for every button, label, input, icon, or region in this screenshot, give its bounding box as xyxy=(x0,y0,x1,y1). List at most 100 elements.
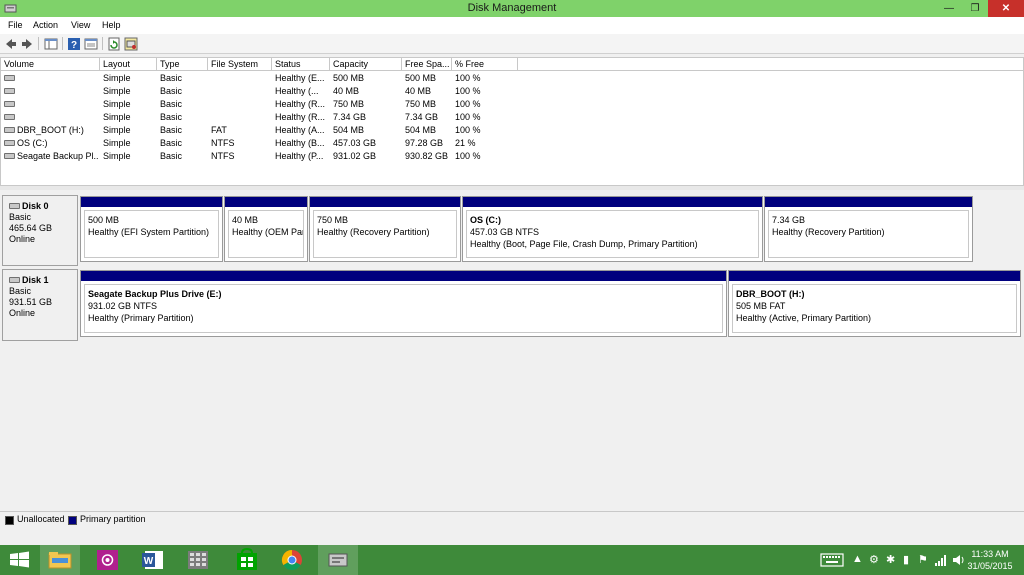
table-row[interactable]: Simple Basic Healthy (... 40 MB 40 MB 10… xyxy=(1,85,521,98)
properties-icon[interactable] xyxy=(84,37,98,51)
file-system-cell: FAT xyxy=(211,125,227,135)
percent-free-cell: 100 % xyxy=(455,151,481,161)
free-space-cell: 97.28 GB xyxy=(405,138,444,148)
touch-keyboard-icon[interactable] xyxy=(820,552,844,568)
show-hidden-icons-icon[interactable]: ▲ xyxy=(852,553,863,565)
network-adapter-icon[interactable]: ⚙ xyxy=(869,553,879,566)
partition-dbr-boot-h[interactable]: DBR_BOOT (H:) 505 MB FAT Healthy (Active… xyxy=(728,270,1021,337)
show-hide-console-tree-icon[interactable] xyxy=(44,37,58,51)
refresh-icon[interactable] xyxy=(107,37,121,51)
disk-0-label[interactable]: Disk 0 Basic 465.64 GB Online xyxy=(2,195,78,266)
column-header-status[interactable]: Status xyxy=(272,58,330,71)
disk-type: Basic xyxy=(9,212,32,222)
rescan-disks-icon[interactable] xyxy=(124,37,138,51)
file-explorer-icon[interactable] xyxy=(40,545,80,575)
partition-status: Healthy (Primary Partition) xyxy=(88,313,194,323)
file-system-cell: NTFS xyxy=(211,138,235,148)
layout-cell: Simple xyxy=(103,73,131,83)
menu-view[interactable]: View xyxy=(71,20,90,30)
file-system-cell: NTFS xyxy=(211,151,235,161)
table-row[interactable]: Simple Basic Healthy (R... 750 MB 750 MB… xyxy=(1,98,521,111)
disk-management-icon[interactable] xyxy=(318,545,358,575)
restore-button[interactable]: ❐ xyxy=(962,0,988,17)
back-arrow-icon[interactable] xyxy=(4,37,18,51)
menu-file[interactable]: File xyxy=(8,20,23,30)
partition-status: Healthy (Boot, Page File, Crash Dump, Pr… xyxy=(470,239,698,249)
chrome-icon[interactable] xyxy=(272,545,312,575)
table-row[interactable]: Simple Basic Healthy (E... 500 MB 500 MB… xyxy=(1,72,521,85)
help-icon[interactable]: ? xyxy=(67,37,81,51)
menu-action[interactable]: Action xyxy=(33,20,58,30)
partition-body: 7.34 GB Healthy (Recovery Partition) xyxy=(768,210,969,258)
partition-body: DBR_BOOT (H:) 505 MB FAT Healthy (Active… xyxy=(732,284,1017,333)
close-button[interactable]: ✕ xyxy=(988,0,1024,17)
partition-body: 500 MB Healthy (EFI System Partition) xyxy=(84,210,219,258)
store-icon[interactable] xyxy=(227,545,267,575)
calculator-icon[interactable] xyxy=(178,545,218,575)
column-header-percent-free[interactable]: % Free xyxy=(452,58,518,71)
primary-partition-bar xyxy=(81,197,222,207)
partition-os-c[interactable]: OS (C:) 457.03 GB NTFS Healthy (Boot, Pa… xyxy=(462,196,763,262)
partition-recovery[interactable]: 750 MB Healthy (Recovery Partition) xyxy=(309,196,461,262)
free-space-cell: 504 MB xyxy=(405,125,437,135)
primary-partition-bar xyxy=(225,197,307,207)
primary-partition-bar xyxy=(81,271,726,281)
toolbar-separator xyxy=(62,37,63,50)
primary-partition-bar xyxy=(463,197,762,207)
word-icon[interactable]: W xyxy=(133,545,173,575)
unallocated-swatch xyxy=(5,516,14,525)
partition-status: Healthy (Recovery Partition) xyxy=(772,227,885,237)
type-cell: Basic xyxy=(160,112,183,122)
column-header-free-space[interactable]: Free Spa... xyxy=(402,58,452,71)
layout-cell: Simple xyxy=(103,112,131,122)
volume-icon xyxy=(4,101,15,107)
type-cell: Basic xyxy=(160,73,183,83)
volume-name: OS (C:) xyxy=(17,138,48,148)
capacity-cell: 500 MB xyxy=(333,73,365,83)
primary-partition-bar xyxy=(729,271,1020,281)
partition-seagate-e[interactable]: Seagate Backup Plus Drive (E:) 931.02 GB… xyxy=(80,270,727,337)
system-clock[interactable]: 11:33 AM 31/05/2015 xyxy=(960,548,1020,572)
partition-efi[interactable]: 500 MB Healthy (EFI System Partition) xyxy=(80,196,223,262)
table-row[interactable]: Seagate Backup Pl... Simple Basic NTFS H… xyxy=(1,150,521,163)
table-row[interactable]: Simple Basic Healthy (R... 7.34 GB 7.34 … xyxy=(1,111,521,124)
column-header-volume[interactable]: Volume xyxy=(1,58,100,71)
percent-free-cell: 21 % xyxy=(455,138,476,148)
table-row[interactable]: OS (C:) Simple Basic NTFS Healthy (B... … xyxy=(1,137,521,150)
type-cell: Basic xyxy=(160,138,183,148)
status-cell: Healthy (P... xyxy=(275,151,324,161)
menu-help[interactable]: Help xyxy=(102,20,121,30)
disk-status: Online xyxy=(9,308,36,318)
disk-size: 465.64 GB xyxy=(9,223,53,233)
bluetooth-icon[interactable]: ✱ xyxy=(886,553,895,566)
partition-recovery-2[interactable]: 7.34 GB Healthy (Recovery Partition) xyxy=(764,196,973,262)
table-row[interactable]: DBR_BOOT (H:) Simple Basic FAT Healthy (… xyxy=(1,124,521,137)
start-icon[interactable] xyxy=(0,545,40,575)
free-space-cell: 930.82 GB xyxy=(405,151,449,161)
primary-partition-bar xyxy=(310,197,460,207)
capacity-cell: 457.03 GB xyxy=(333,138,377,148)
camera-app-icon[interactable] xyxy=(88,545,128,575)
column-header-capacity[interactable]: Capacity xyxy=(330,58,402,71)
layout-cell: Simple xyxy=(103,99,131,109)
layout-cell: Simple xyxy=(103,125,131,135)
capacity-cell: 504 MB xyxy=(333,125,365,135)
wifi-signal-icon[interactable] xyxy=(934,554,948,566)
status-cell: Healthy (R... xyxy=(275,99,326,109)
column-header-layout[interactable]: Layout xyxy=(100,58,157,71)
forward-arrow-icon[interactable] xyxy=(20,37,34,51)
minimize-button[interactable]: — xyxy=(936,0,962,17)
disk-1-label[interactable]: Disk 1 Basic 931.51 GB Online xyxy=(2,269,78,341)
legend-primary-partition: Primary partition xyxy=(80,514,146,524)
column-header-type[interactable]: Type xyxy=(157,58,208,71)
partition-oem[interactable]: 40 MB Healthy (OEM Part xyxy=(224,196,308,262)
partition-size: 750 MB xyxy=(317,215,349,225)
safely-remove-hardware-icon[interactable]: ▮ xyxy=(903,553,909,566)
partition-body: Seagate Backup Plus Drive (E:) 931.02 GB… xyxy=(84,284,723,333)
primary-partition-bar xyxy=(765,197,972,207)
legend-unallocated: Unallocated xyxy=(17,514,65,524)
volume-cell xyxy=(4,98,99,111)
column-header-file-system[interactable]: File System xyxy=(208,58,272,71)
capacity-cell: 7.34 GB xyxy=(333,112,367,122)
flag-action-center-icon[interactable]: ⚑ xyxy=(918,553,928,566)
